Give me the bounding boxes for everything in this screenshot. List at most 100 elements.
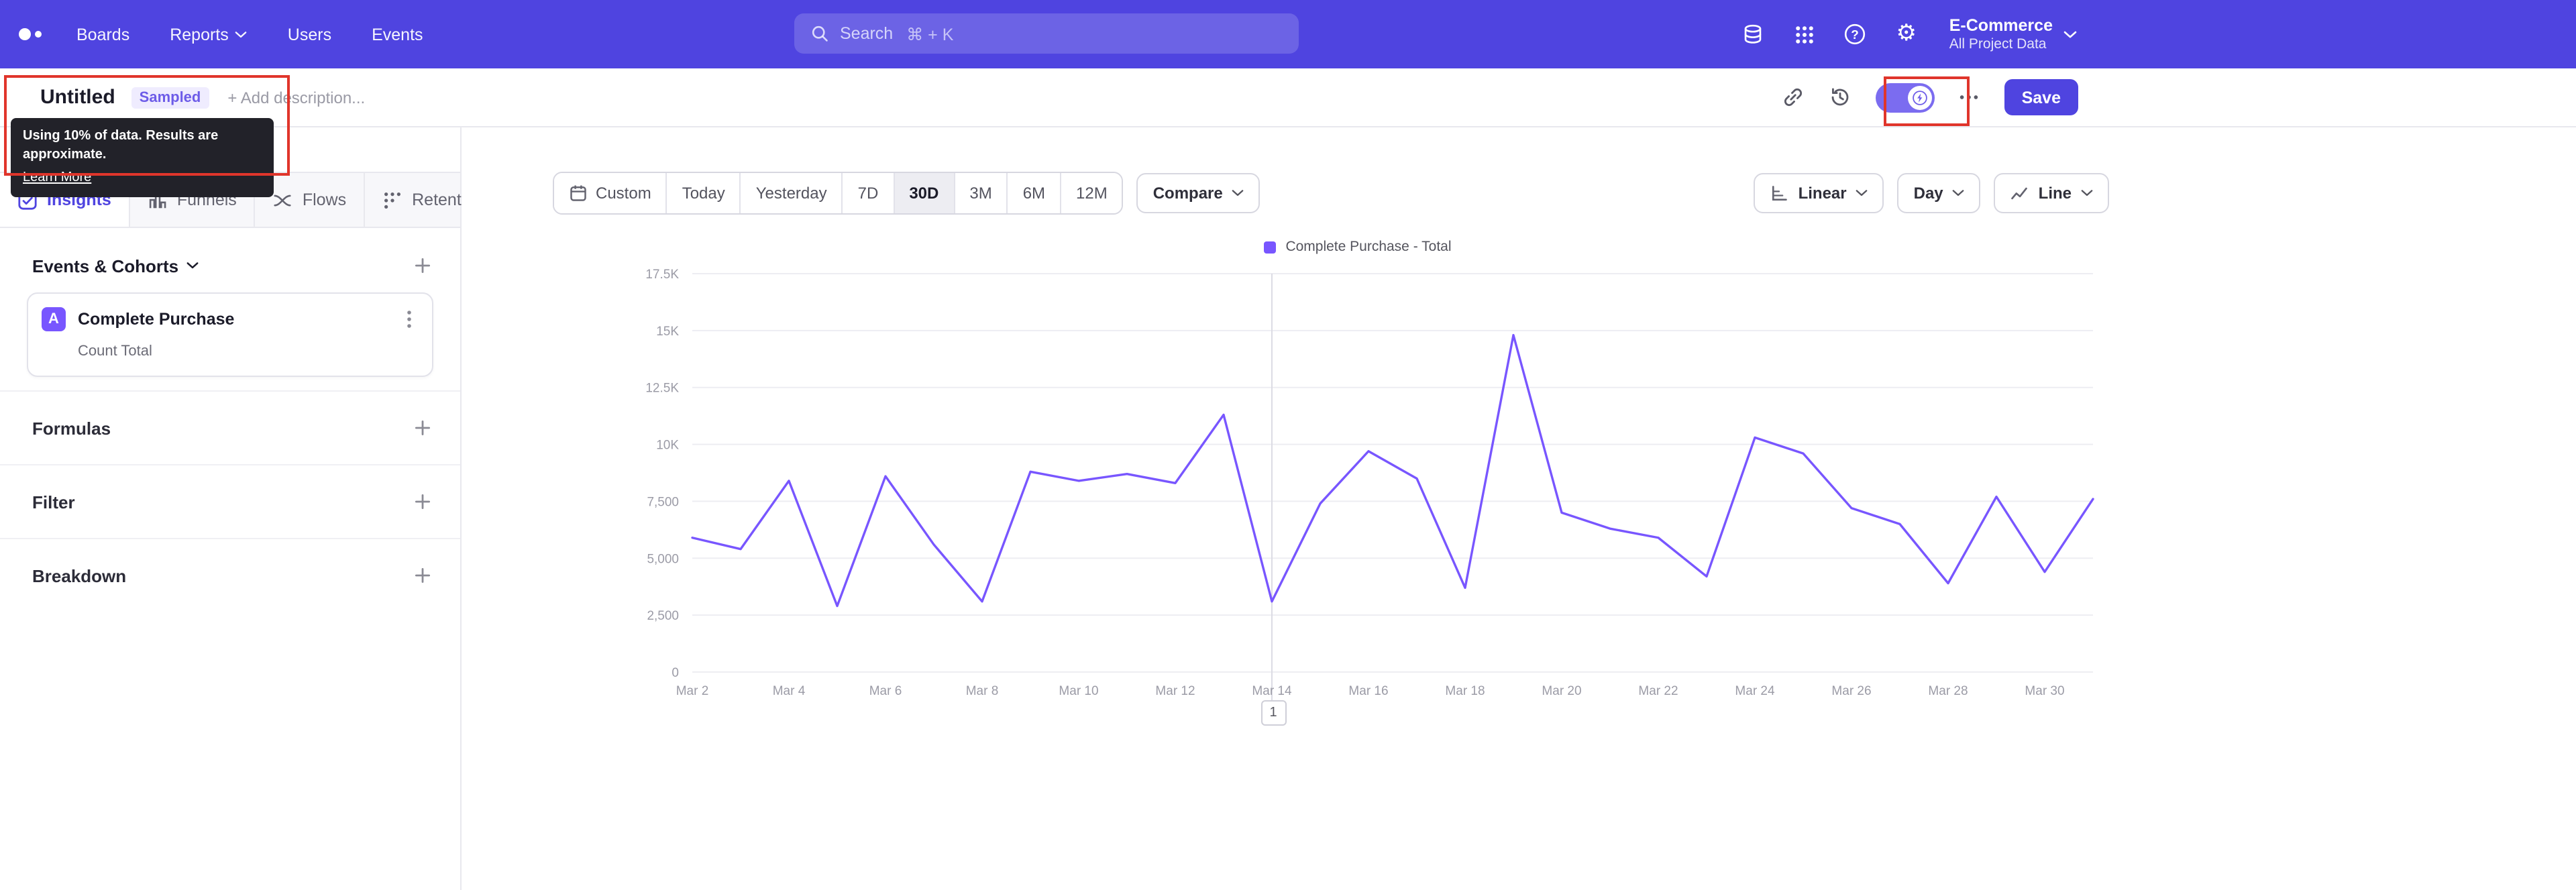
gear-icon[interactable]: ⚙ bbox=[1893, 21, 1920, 48]
add-formula-button[interactable] bbox=[412, 417, 433, 439]
chart-type-label: Line bbox=[2038, 184, 2072, 203]
plus-icon bbox=[415, 567, 431, 583]
date-range-group: Custom Today Yesterday 7D 30D 3M 6M 12M bbox=[553, 172, 1124, 215]
add-description-field[interactable]: + Add description... bbox=[227, 88, 365, 107]
retention-icon bbox=[384, 192, 401, 208]
primary-nav: Boards Reports Users Events bbox=[76, 25, 423, 44]
y-tick-label: 5,000 bbox=[647, 552, 679, 566]
formulas-label: Formulas bbox=[32, 418, 111, 438]
add-filter-button[interactable] bbox=[412, 491, 433, 512]
x-tick-label: Mar 4 bbox=[773, 684, 806, 698]
add-event-button[interactable] bbox=[412, 255, 433, 276]
flows-icon bbox=[274, 194, 292, 206]
more-options-icon[interactable] bbox=[1957, 85, 1982, 109]
nav-boards[interactable]: Boards bbox=[76, 25, 129, 44]
chevron-down-icon bbox=[235, 31, 248, 38]
event-card[interactable]: A Complete Purchase Count Total bbox=[27, 292, 433, 377]
x-tick-label: Mar 12 bbox=[1155, 684, 1195, 698]
y-tick-label: 2,500 bbox=[647, 609, 679, 623]
event-options-icon[interactable] bbox=[400, 310, 419, 329]
filter-label: Filter bbox=[32, 492, 75, 512]
range-6m[interactable]: 6M bbox=[1008, 173, 1062, 213]
insights-line-chart[interactable]: 0 2,500 5,000 7,500 10K 12.5K 15K 17.5K Mar 2 Mar… bbox=[617, 263, 2098, 708]
sampling-toggle[interactable] bbox=[1875, 82, 1935, 112]
y-tick-label: 12.5K bbox=[645, 382, 679, 396]
nav-users[interactable]: Users bbox=[288, 25, 331, 44]
help-icon[interactable]: ? bbox=[1842, 21, 1869, 48]
plus-icon bbox=[415, 420, 431, 436]
nav-reports[interactable]: Reports bbox=[170, 25, 248, 44]
data-management-icon[interactable] bbox=[1740, 21, 1767, 48]
x-tick-label: Mar 24 bbox=[1735, 684, 1775, 698]
share-link-icon[interactable] bbox=[1782, 85, 1806, 109]
history-icon[interactable] bbox=[1829, 85, 1853, 109]
search-icon bbox=[812, 25, 828, 42]
compare-button[interactable]: Compare bbox=[1136, 173, 1260, 213]
mixpanel-logo[interactable] bbox=[19, 28, 42, 40]
apps-grid-icon[interactable] bbox=[1791, 21, 1818, 48]
sampling-toggle-knob bbox=[1907, 85, 1932, 109]
event-name[interactable]: Complete Purchase bbox=[78, 310, 388, 329]
formulas-section: Formulas bbox=[0, 390, 460, 464]
x-tick-label: Mar 2 bbox=[676, 684, 709, 698]
search-placeholder: Search bbox=[840, 24, 894, 43]
range-today[interactable]: Today bbox=[667, 173, 741, 213]
chart-controls: Custom Today Yesterday 7D 30D 3M 6M 12M … bbox=[553, 172, 2109, 215]
event-aggregation[interactable]: Count Total bbox=[78, 343, 419, 359]
events-cohorts-header: Events & Cohorts bbox=[0, 228, 460, 290]
chart-type-selector-button[interactable]: Line bbox=[1994, 173, 2109, 213]
chevron-down-icon bbox=[186, 262, 199, 269]
logo-dot bbox=[35, 31, 42, 38]
nav-events[interactable]: Events bbox=[372, 25, 423, 44]
chart-legend[interactable]: Complete Purchase - Total bbox=[617, 236, 2098, 258]
x-tick-label: Mar 30 bbox=[2025, 684, 2064, 698]
x-tick-label: Mar 6 bbox=[869, 684, 902, 698]
range-yesterday[interactable]: Yesterday bbox=[741, 173, 843, 213]
report-title[interactable]: Untitled bbox=[40, 86, 115, 109]
logo-dot bbox=[19, 28, 31, 40]
range-custom-label: Custom bbox=[596, 184, 651, 203]
tooltip-text: Using 10% of data. Results are approxima… bbox=[23, 129, 219, 162]
pagination-page[interactable]: 1 bbox=[1260, 700, 1286, 726]
chevron-down-icon bbox=[1856, 190, 1868, 197]
scale-selector-button[interactable]: Linear bbox=[1754, 173, 1884, 213]
x-tick-label: Mar 8 bbox=[966, 684, 999, 698]
add-breakdown-button[interactable] bbox=[412, 565, 433, 586]
events-cohorts-toggle[interactable]: Events & Cohorts bbox=[32, 256, 199, 276]
report-header: Untitled Sampled + Add description... Sa… bbox=[0, 68, 2576, 127]
save-button[interactable]: Save bbox=[2004, 79, 2078, 115]
svg-text:?: ? bbox=[1851, 28, 1860, 42]
plus-icon bbox=[415, 258, 431, 274]
plus-icon bbox=[415, 494, 431, 510]
search-input[interactable]: Search ⌘ + K bbox=[794, 13, 1299, 54]
range-custom[interactable]: Custom bbox=[554, 173, 667, 213]
breakdown-section: Breakdown bbox=[0, 538, 460, 612]
nav-right-cluster: ? ⚙ E-Commerce All Project Data bbox=[1740, 17, 2077, 52]
chart-panel: Custom Today Yesterday 7D 30D 3M 6M 12M … bbox=[462, 127, 2576, 890]
interval-selector-button[interactable]: Day bbox=[1897, 173, 1981, 213]
chevron-down-icon bbox=[2081, 190, 2093, 197]
linear-scale-icon bbox=[1772, 186, 1788, 201]
range-7d[interactable]: 7D bbox=[843, 173, 895, 213]
learn-more-link[interactable]: Learn More bbox=[23, 170, 91, 185]
project-selector[interactable]: E-Commerce All Project Data bbox=[1949, 17, 2077, 52]
project-name: E-Commerce bbox=[1949, 16, 2053, 36]
x-tick-label: Mar 20 bbox=[1542, 684, 1581, 698]
report-actions: Save bbox=[1782, 79, 2078, 115]
lightning-bolt-icon bbox=[1912, 90, 1927, 105]
range-30d[interactable]: 30D bbox=[894, 173, 955, 213]
app-window: Boards Reports Users Events Search ⌘ + K… bbox=[0, 0, 2576, 890]
chevron-down-icon bbox=[2063, 30, 2077, 38]
sampled-badge[interactable]: Sampled bbox=[131, 87, 209, 108]
filter-section: Filter bbox=[0, 464, 460, 538]
legend-swatch bbox=[1264, 241, 1277, 253]
query-builder-sidebar: Insights Funnels Flows Retention Events … bbox=[0, 127, 503, 890]
x-tick-label: Mar 28 bbox=[1928, 684, 1968, 698]
range-3m[interactable]: 3M bbox=[955, 173, 1008, 213]
x-tick-label: Mar 26 bbox=[1831, 684, 1871, 698]
interval-label: Day bbox=[1913, 184, 1943, 203]
nav-boards-label: Boards bbox=[76, 25, 130, 44]
y-tick-label: 7,500 bbox=[647, 495, 679, 509]
range-12m[interactable]: 12M bbox=[1061, 173, 1122, 213]
y-tick-label: 15K bbox=[656, 325, 679, 339]
